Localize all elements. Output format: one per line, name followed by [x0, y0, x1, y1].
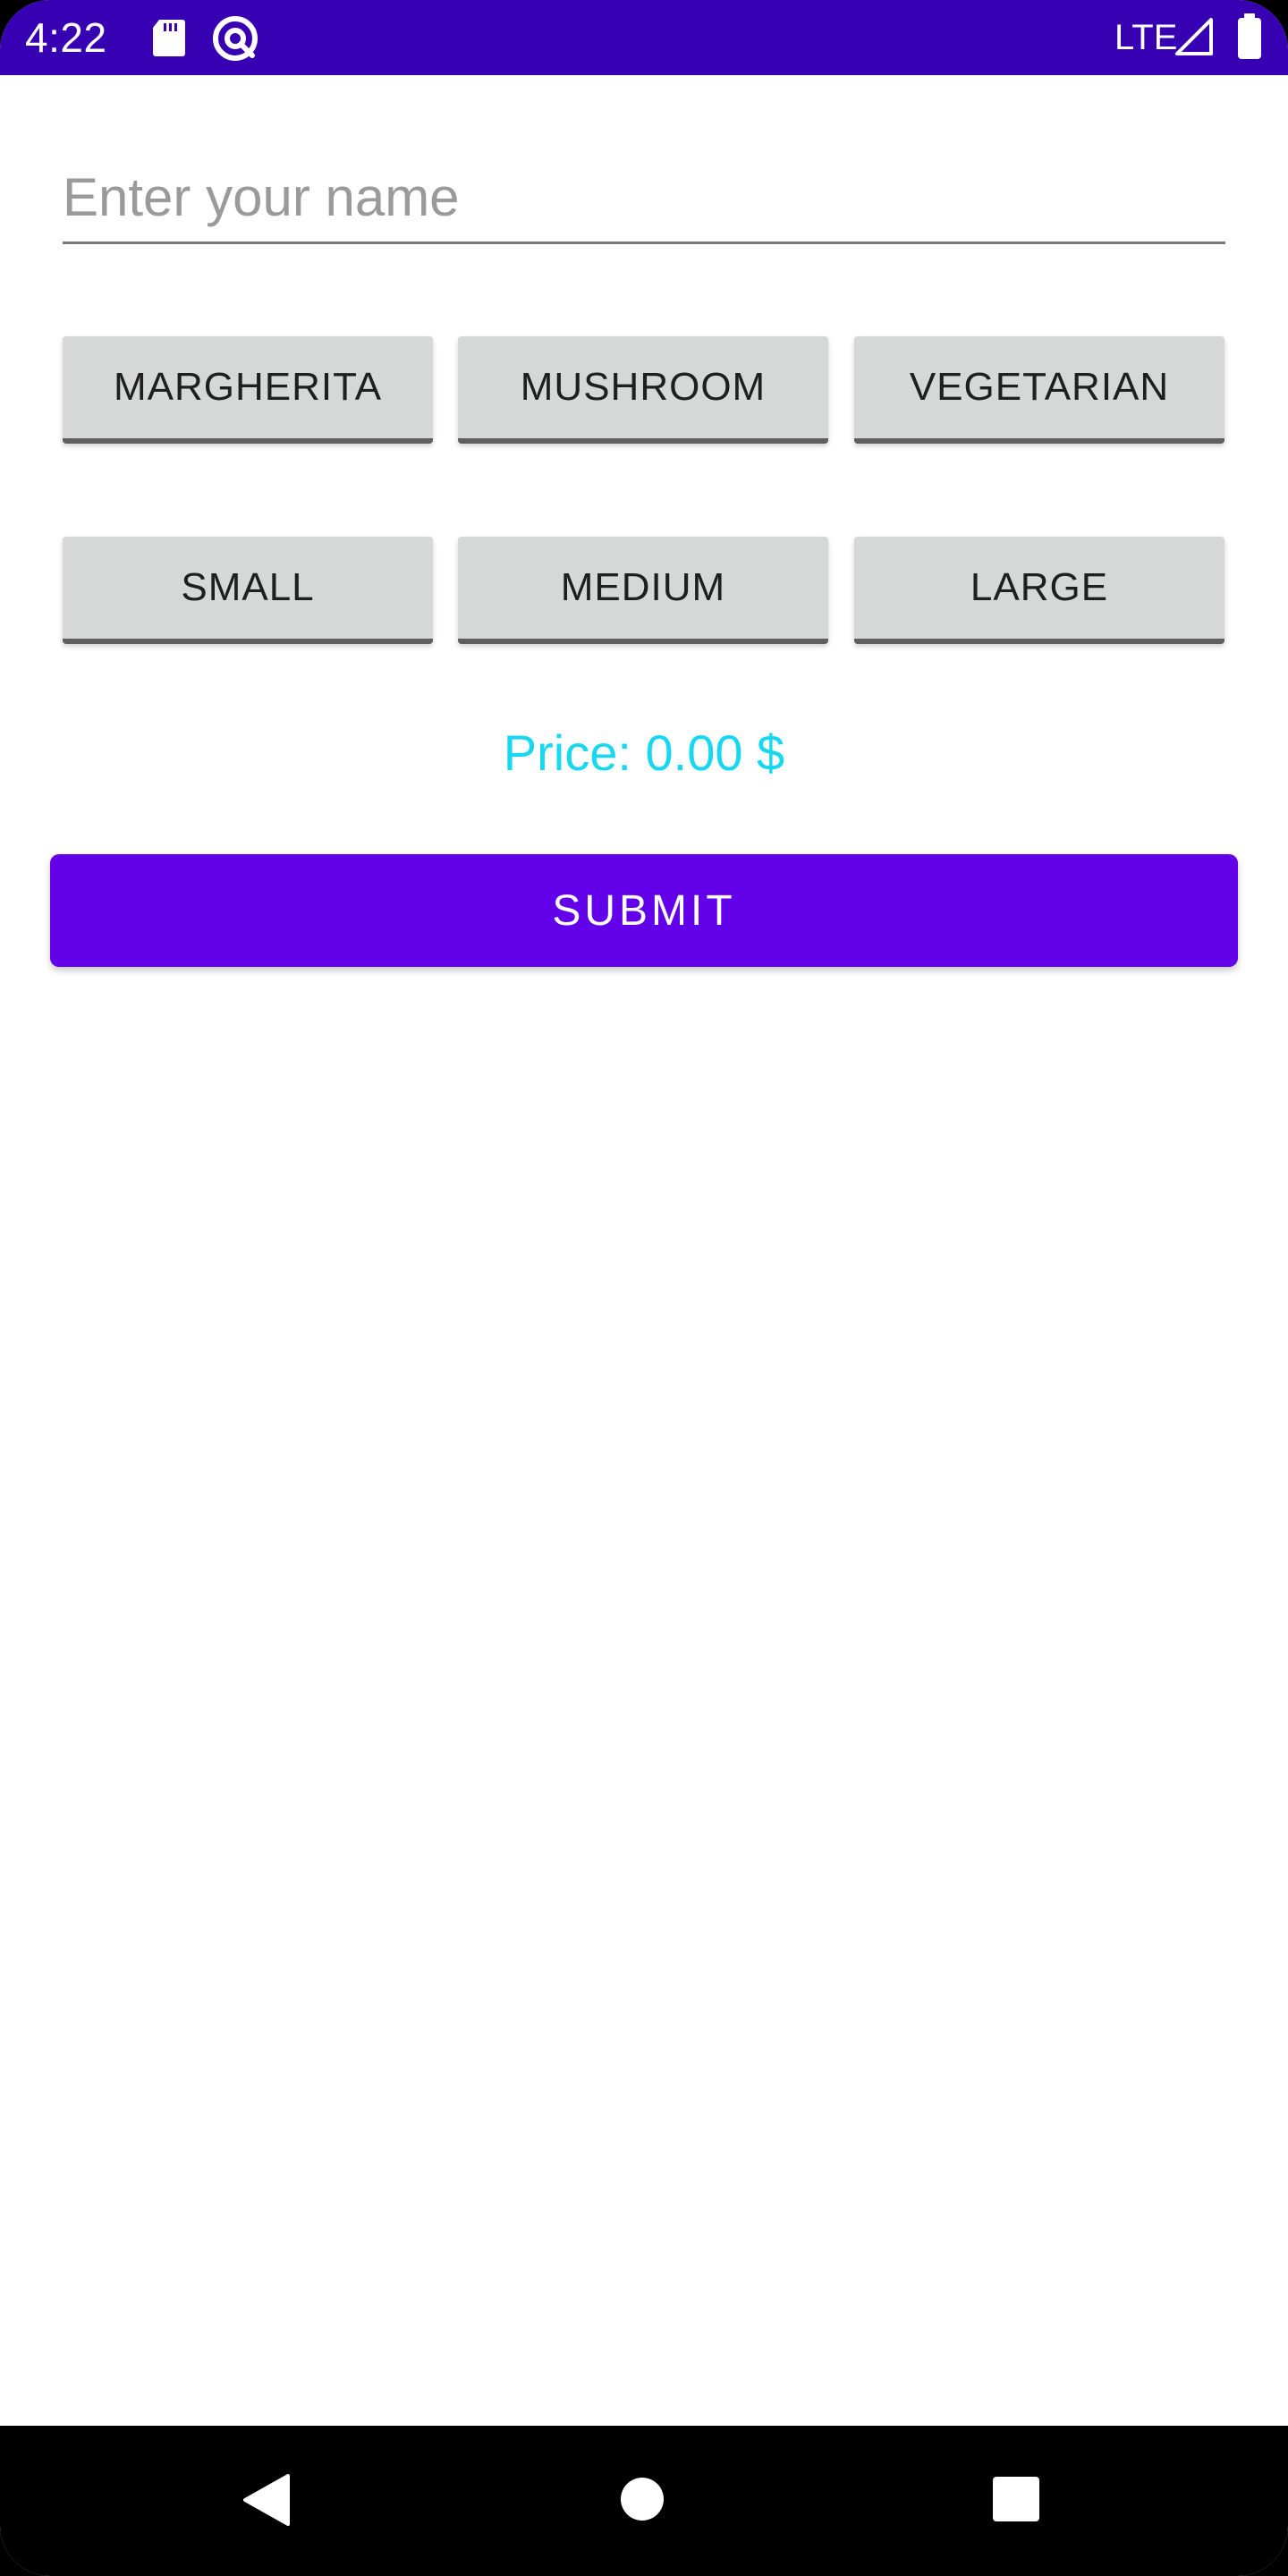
vegetarian-button[interactable]: VEGETARIAN [854, 336, 1224, 444]
recents-icon[interactable] [991, 2476, 1041, 2527]
medium-size-button[interactable]: MEDIUM [458, 537, 828, 644]
name-input[interactable] [63, 152, 1225, 242]
status-bar: 4:22 LTE [0, 0, 1288, 75]
battery-icon [1236, 13, 1263, 65]
network-type-label: LTE [1114, 18, 1178, 57]
app-screen: 4:22 LTE Enter your name MARGHERITA MUSH… [0, 0, 1288, 2576]
home-icon[interactable] [619, 2476, 665, 2527]
signal-icon [1174, 16, 1215, 62]
submit-button[interactable]: SUBMIT [50, 854, 1238, 967]
at-sign-icon [211, 14, 259, 67]
mushroom-button[interactable]: MUSHROOM [458, 336, 828, 444]
price-label: Price: 0.00 $ [503, 724, 785, 781]
sd-card-icon [150, 18, 186, 62]
margherita-button[interactable]: MARGHERITA [63, 336, 433, 444]
status-time: 4:22 [25, 14, 107, 61]
small-size-button[interactable]: SMALL [63, 537, 433, 644]
name-field[interactable] [63, 152, 1225, 244]
large-size-button[interactable]: LARGE [854, 537, 1224, 644]
navigation-bar [0, 2426, 1288, 2576]
back-icon[interactable] [242, 2472, 292, 2532]
